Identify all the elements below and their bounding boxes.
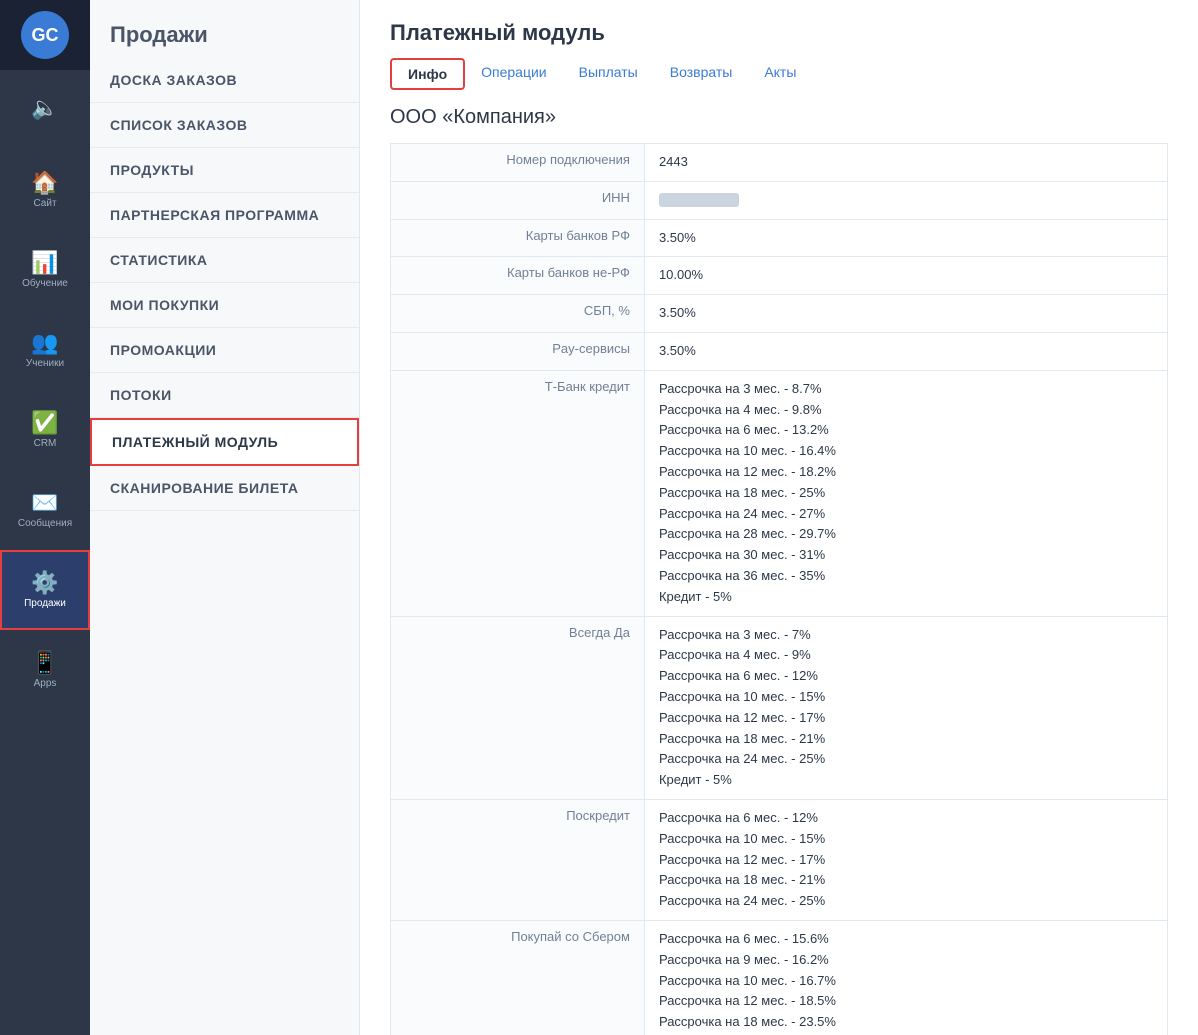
icon-label-crm: CRM	[34, 438, 57, 449]
row-value: Рассрочка на 3 мес. - 7%Рассрочка на 4 м…	[644, 616, 1167, 799]
row-value: 3.50%	[644, 219, 1167, 257]
icon-label-learning: Обучение	[22, 278, 68, 289]
crm-icon: ✅	[31, 412, 58, 434]
blurred-value	[659, 193, 739, 207]
sidebar-item-my-purchases[interactable]: МОИ ПОКУПКИ	[90, 283, 359, 328]
icon-bar-item-learning[interactable]: 📊 Обучение	[0, 230, 90, 310]
sidebar-item-orders-board[interactable]: ДОСКА ЗАКАЗОВ	[90, 58, 359, 103]
row-value: Рассрочка на 3 мес. - 8.7%Рассрочка на 4…	[644, 370, 1167, 616]
row-label: Номер подключения	[391, 144, 645, 182]
company-name: ООО «Компания»	[390, 106, 1168, 129]
icon-label-students: Ученики	[26, 358, 64, 369]
volume-icon: 🔈	[31, 97, 58, 119]
row-label: СБП, %	[391, 295, 645, 333]
table-row: Покупай со СберомРассрочка на 6 мес. - 1…	[391, 920, 1168, 1035]
table-row: Всегда ДаРассрочка на 3 мес. - 7%Рассроч…	[391, 616, 1168, 799]
sidebar-item-statistics[interactable]: СТАТИСТИКА	[90, 238, 359, 283]
row-label: Поскредит	[391, 799, 645, 920]
table-row: ПоскредитРассрочка на 6 мес. - 12%Рассро…	[391, 799, 1168, 920]
row-label: Всегда Да	[391, 616, 645, 799]
sidebar-item-partner-program[interactable]: ПАРТНЕРСКАЯ ПРОГРАММА	[90, 193, 359, 238]
sidebar-item-ticket-scan[interactable]: СКАНИРОВАНИЕ БИЛЕТА	[90, 466, 359, 511]
icon-bar-item-apps[interactable]: 📱 Apps	[0, 630, 90, 710]
apps-icon: 📱	[31, 652, 58, 674]
logo: GC	[0, 0, 90, 70]
logo-circle: GC	[21, 11, 69, 59]
icon-bar-item-crm[interactable]: ✅ CRM	[0, 390, 90, 470]
row-value: 2443	[644, 144, 1167, 182]
row-value: Рассрочка на 6 мес. - 12%Рассрочка на 10…	[644, 799, 1167, 920]
messages-icon: ✉️	[31, 492, 58, 514]
row-value: Рассрочка на 6 мес. - 15.6%Рассрочка на …	[644, 920, 1167, 1035]
site-icon: 🏠	[31, 172, 58, 194]
learning-icon: 📊	[31, 252, 58, 274]
row-label: Карты банков не-РФ	[391, 257, 645, 295]
icon-label-messages: Сообщения	[18, 518, 72, 529]
table-row: Номер подключения2443	[391, 144, 1168, 182]
row-label: Т-Банк кредит	[391, 370, 645, 616]
row-value: 10.00%	[644, 257, 1167, 295]
tab-acts[interactable]: Акты	[748, 58, 812, 90]
sidebar-item-products[interactable]: ПРОДУКТЫ	[90, 148, 359, 193]
row-label: Покупай со Сбером	[391, 920, 645, 1035]
icon-bar-item-students[interactable]: 👥 Ученики	[0, 310, 90, 390]
tabs: ИнфоОперацииВыплатыВозвратыАкты	[390, 58, 1168, 90]
sidebar-item-payment-module[interactable]: ПЛАТЕЖНЫЙ МОДУЛЬ	[90, 418, 359, 466]
sidebar: Продажи ДОСКА ЗАКАЗОВСПИСОК ЗАКАЗОВПРОДУ…	[90, 0, 360, 1035]
icon-bar: GC 🔈 🏠 Сайт 📊 Обучение 👥 Ученики ✅ CRM ✉…	[0, 0, 90, 1035]
row-value: 3.50%	[644, 295, 1167, 333]
table-row: ИНН	[391, 181, 1168, 219]
students-icon: 👥	[31, 332, 58, 354]
tab-payouts[interactable]: Выплаты	[563, 58, 654, 90]
row-label: ИНН	[391, 181, 645, 219]
icon-bar-item-volume[interactable]: 🔈	[0, 70, 90, 150]
sidebar-item-promoactions[interactable]: ПРОМОАКЦИИ	[90, 328, 359, 373]
table-row: СБП, %3.50%	[391, 295, 1168, 333]
row-value: 3.50%	[644, 332, 1167, 370]
sidebar-item-orders-list[interactable]: СПИСОК ЗАКАЗОВ	[90, 103, 359, 148]
tab-info[interactable]: Инфо	[390, 58, 465, 90]
page-title: Платежный модуль	[390, 20, 1168, 46]
icon-bar-item-site[interactable]: 🏠 Сайт	[0, 150, 90, 230]
icon-label-apps: Apps	[34, 678, 57, 689]
row-value	[644, 181, 1167, 219]
info-table: Номер подключения2443ИННКарты банков РФ3…	[390, 143, 1168, 1035]
tab-operations[interactable]: Операции	[465, 58, 563, 90]
row-label: Карты банков РФ	[391, 219, 645, 257]
table-row: Карты банков РФ3.50%	[391, 219, 1168, 257]
icon-bar-item-sales[interactable]: ⚙️ Продажи	[0, 550, 90, 630]
table-row: Карты банков не-РФ10.00%	[391, 257, 1168, 295]
table-row: Т-Банк кредитРассрочка на 3 мес. - 8.7%Р…	[391, 370, 1168, 616]
main-content: Платежный модуль ИнфоОперацииВыплатыВозв…	[360, 0, 1198, 1035]
sidebar-title: Продажи	[90, 0, 359, 58]
sidebar-item-flows[interactable]: ПОТОКИ	[90, 373, 359, 418]
icon-bar-item-messages[interactable]: ✉️ Сообщения	[0, 470, 90, 550]
sales-icon: ⚙️	[31, 572, 58, 594]
row-label: Pay-сервисы	[391, 332, 645, 370]
table-row: Pay-сервисы3.50%	[391, 332, 1168, 370]
icon-label-site: Сайт	[33, 198, 56, 209]
icon-label-sales: Продажи	[24, 598, 66, 609]
tab-returns[interactable]: Возвраты	[654, 58, 749, 90]
